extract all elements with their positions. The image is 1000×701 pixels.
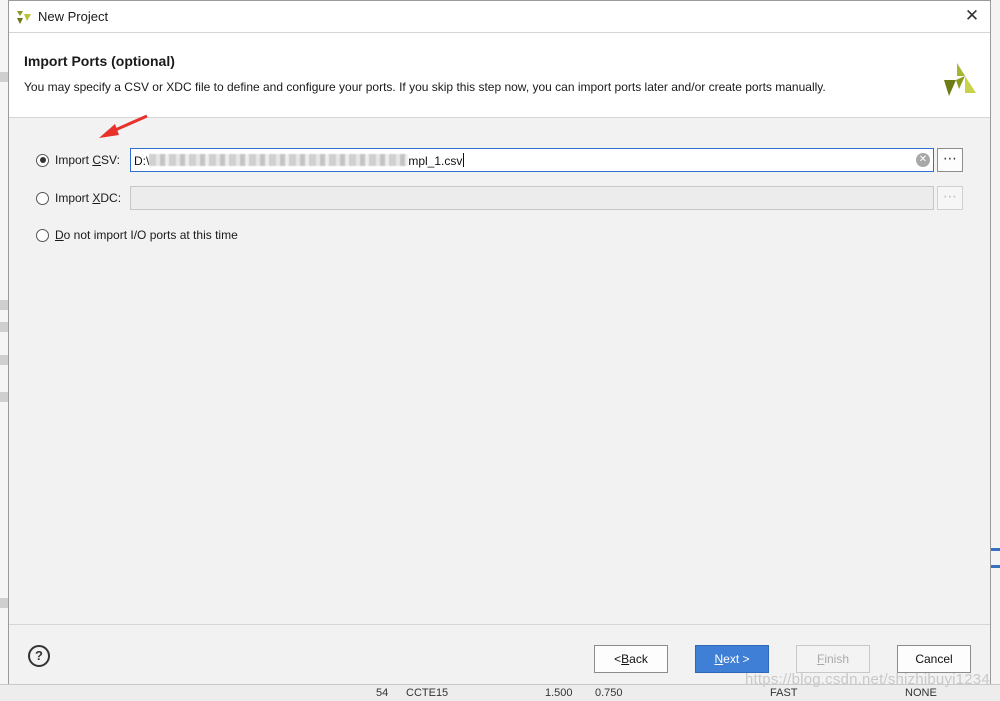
close-icon: ✕ [964, 6, 980, 25]
bg-cell: 54 [376, 687, 389, 699]
window-title: New Project [38, 9, 109, 24]
new-project-dialog: New Project ✕ Import Ports (optional) Yo… [8, 0, 991, 684]
xilinx-logo-icon [17, 11, 31, 24]
red-arrow-annotation [99, 114, 148, 138]
import-csv-radio[interactable] [36, 153, 49, 167]
step-header: Import Ports (optional) You may specify … [9, 33, 990, 118]
bg-cell: CCTE15 [406, 687, 449, 699]
bg-cell: NONE [905, 687, 937, 699]
no-import-label: Do not import I/O ports at this time [55, 228, 238, 242]
help-button[interactable]: ? [28, 645, 50, 667]
cancel-button[interactable]: Cancel [897, 645, 971, 673]
import-csv-label: Import CSV: [55, 153, 120, 167]
page-description: You may specify a CSV or XDC file to def… [24, 80, 826, 94]
csv-path-input[interactable]: D:\ mpl_1.csv ✕ [130, 148, 934, 172]
help-icon: ? [35, 648, 43, 663]
title-bar: New Project ✕ [9, 1, 990, 32]
clear-icon[interactable]: ✕ [916, 153, 930, 167]
finish-button: Finish [796, 645, 870, 673]
import-xdc-radio[interactable] [36, 191, 49, 205]
redacted-path [149, 154, 409, 166]
csv-browse-button[interactable]: ⋯ [937, 148, 963, 172]
xdc-browse-button: ⋯ [937, 186, 963, 210]
background-left-panel [0, 0, 8, 700]
csv-path-value: D:\ mpl_1.csv [134, 153, 465, 168]
back-button[interactable]: < Back [594, 645, 668, 673]
close-button[interactable]: ✕ [960, 5, 984, 27]
background-right-panel [991, 0, 1000, 700]
no-import-radio[interactable] [36, 228, 49, 242]
import-xdc-option[interactable]: Import XDC: [36, 187, 121, 209]
bg-cell: 1.500 [545, 687, 573, 699]
dialog-body: Import Ports (optional) You may specify … [9, 32, 990, 625]
watermark: https://blog.csdn.net/shizhibuyi1234 [745, 671, 990, 688]
no-import-option[interactable]: Do not import I/O ports at this time [36, 224, 238, 246]
next-button[interactable]: Next > [695, 645, 769, 673]
xilinx-logo-icon [944, 63, 976, 96]
page-title: Import Ports (optional) [24, 53, 175, 69]
import-xdc-label: Import XDC: [55, 191, 122, 205]
import-csv-option[interactable]: Import CSV: [36, 149, 120, 171]
xdc-path-input [130, 186, 934, 210]
ellipsis-icon: ⋯ [943, 150, 957, 166]
bg-cell: FAST [770, 687, 798, 699]
ellipsis-icon: ⋯ [943, 188, 957, 204]
bg-cell: 0.750 [595, 687, 623, 699]
